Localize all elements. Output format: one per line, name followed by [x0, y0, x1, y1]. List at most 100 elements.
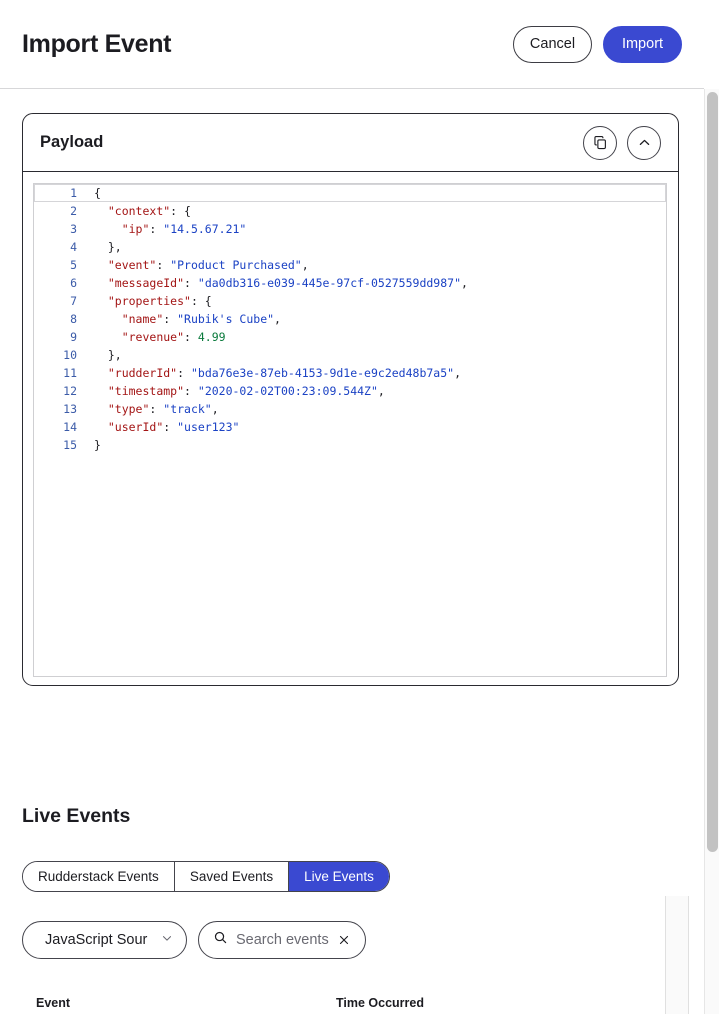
- chevron-up-icon: [637, 135, 652, 150]
- table-scrollbar-thumb[interactable]: [665, 896, 689, 1014]
- token-pun: :: [149, 402, 164, 416]
- code-line: 7 "properties": {: [34, 292, 666, 310]
- column-header-event: Event: [36, 995, 71, 1010]
- code-line: 12 "timestamp": "2020-02-02T00:23:09.544…: [34, 382, 666, 400]
- copy-icon: [593, 135, 608, 150]
- line-number: 6: [70, 276, 77, 290]
- copy-payload-button[interactable]: [583, 125, 617, 160]
- code-line: 8 "name": "Rubik's Cube",: [34, 310, 666, 328]
- code-line: 15}: [34, 436, 666, 454]
- payload-code-editor[interactable]: 1{2 "context": {3 "ip": "14.5.67.21" 4 },…: [33, 183, 667, 677]
- table-scrollbar[interactable]: [665, 896, 689, 1014]
- token-key: "name": [121, 312, 164, 326]
- token-key: "timestamp": [107, 384, 185, 398]
- token-pun: [94, 276, 108, 290]
- token-str: "2020-02-02T00:23:09.544Z": [197, 384, 378, 398]
- token-pun: [94, 294, 108, 308]
- line-number: 13: [63, 402, 77, 416]
- code-text: "revenue": 4.99: [86, 328, 226, 346]
- token-pun: [94, 384, 108, 398]
- line-number: 12: [63, 384, 77, 398]
- token-pun: ,: [274, 312, 281, 326]
- token-pun: [94, 258, 108, 272]
- token-key: "userId": [107, 420, 164, 434]
- code-text: "rudderId": "bda76e3e-87eb-4153-9d1e-e9c…: [86, 364, 461, 382]
- code-text: "timestamp": "2020-02-02T00:23:09.544Z",: [86, 382, 385, 400]
- tab-live-events[interactable]: Live Events: [289, 862, 389, 891]
- token-key: "context": [107, 204, 171, 218]
- payload-title: Payload: [40, 133, 104, 151]
- close-icon[interactable]: [337, 933, 351, 947]
- code-text: },: [86, 346, 122, 364]
- token-pun: [94, 402, 108, 416]
- import-event-screen: Import Event Cancel Import Payload 1 {2…: [0, 0, 719, 1014]
- page-scrollbar[interactable]: [704, 89, 719, 1014]
- token-pun: : {: [190, 294, 212, 308]
- token-pun: :: [156, 258, 171, 272]
- token-pun: ,: [377, 384, 385, 398]
- code-text: "userId": "user123": [86, 418, 240, 436]
- collapse-payload-button[interactable]: [627, 125, 661, 160]
- line-number: 9: [70, 330, 77, 344]
- token-pun: [94, 366, 108, 380]
- code-line: 11 "rudderId": "bda76e3e-87eb-4153-9d1e-…: [34, 364, 666, 382]
- line-number: 4: [70, 240, 77, 254]
- token-key: "event": [107, 258, 157, 272]
- search-events-box[interactable]: Search events: [198, 921, 366, 959]
- token-pun: : {: [170, 204, 191, 218]
- token-pun: ,: [461, 276, 468, 290]
- payload-card-actions: [583, 125, 661, 160]
- page-title: Import Event: [22, 29, 172, 58]
- code-text: },: [86, 238, 122, 256]
- line-number: 11: [63, 366, 77, 380]
- page-scrollbar-thumb[interactable]: [707, 92, 718, 852]
- import-button[interactable]: Import: [603, 25, 682, 63]
- token-key: "ip": [121, 222, 150, 236]
- token-pun: ,: [454, 366, 462, 380]
- code-text: "context": {: [86, 202, 191, 220]
- token-num: 4.99: [197, 330, 226, 344]
- token-pun: [94, 222, 122, 236]
- token-str: "da0db316-e039-445e-97cf-0527559dd987": [197, 276, 461, 290]
- token-str: "14.5.67.21": [163, 222, 247, 236]
- code-line: 14 "userId": "user123": [34, 418, 666, 436]
- tab-rudderstack-events[interactable]: Rudderstack Events: [23, 862, 175, 891]
- token-pun: ,: [301, 258, 309, 272]
- code-line: 9 "revenue": 4.99: [34, 328, 666, 346]
- events-table-header: Event Time Occurred: [22, 985, 665, 1014]
- token-pun: },: [94, 240, 122, 254]
- page-content: Payload 1 {2 "context": {3 "ip": "14.5…: [0, 89, 704, 1014]
- line-number: 8: [70, 312, 77, 326]
- line-number: 1: [70, 186, 77, 200]
- code-line: 1{: [34, 184, 666, 202]
- column-header-time: Time Occurred: [336, 995, 425, 1010]
- token-key: "messageId": [107, 276, 185, 290]
- code-lines: 1{2 "context": {3 "ip": "14.5.67.21" 4 },…: [34, 184, 666, 454]
- payload-card-header: Payload: [23, 114, 678, 172]
- header-actions: Cancel Import: [513, 25, 682, 63]
- token-pun: :: [163, 312, 178, 326]
- page-header: Import Event Cancel Import: [0, 0, 704, 89]
- token-pun: [94, 420, 108, 434]
- cancel-button[interactable]: Cancel: [513, 25, 592, 63]
- source-select-value: JavaScript Sour: [45, 932, 148, 948]
- code-text: "name": "Rubik's Cube",: [86, 310, 281, 328]
- token-pun: :: [177, 366, 191, 380]
- tab-saved-events[interactable]: Saved Events: [174, 862, 290, 891]
- token-pun: :: [163, 420, 178, 434]
- code-line: 13 "type": "track",: [34, 400, 666, 418]
- search-input[interactable]: Search events: [236, 932, 329, 948]
- line-number: 2: [70, 204, 77, 218]
- source-select[interactable]: JavaScript Sour: [22, 921, 187, 959]
- line-number: 3: [70, 222, 77, 236]
- code-text: "properties": {: [86, 292, 212, 310]
- code-line: 4 },: [34, 238, 666, 256]
- chevron-down-icon: [160, 931, 174, 949]
- events-filter-row: JavaScript Sour Search events: [22, 921, 366, 959]
- token-pun: [94, 312, 122, 326]
- code-text: "event": "Product Purchased",: [86, 256, 309, 274]
- token-pun: :: [149, 222, 164, 236]
- code-text: }: [86, 436, 101, 454]
- code-text: {: [86, 184, 101, 202]
- token-key: "revenue": [121, 330, 185, 344]
